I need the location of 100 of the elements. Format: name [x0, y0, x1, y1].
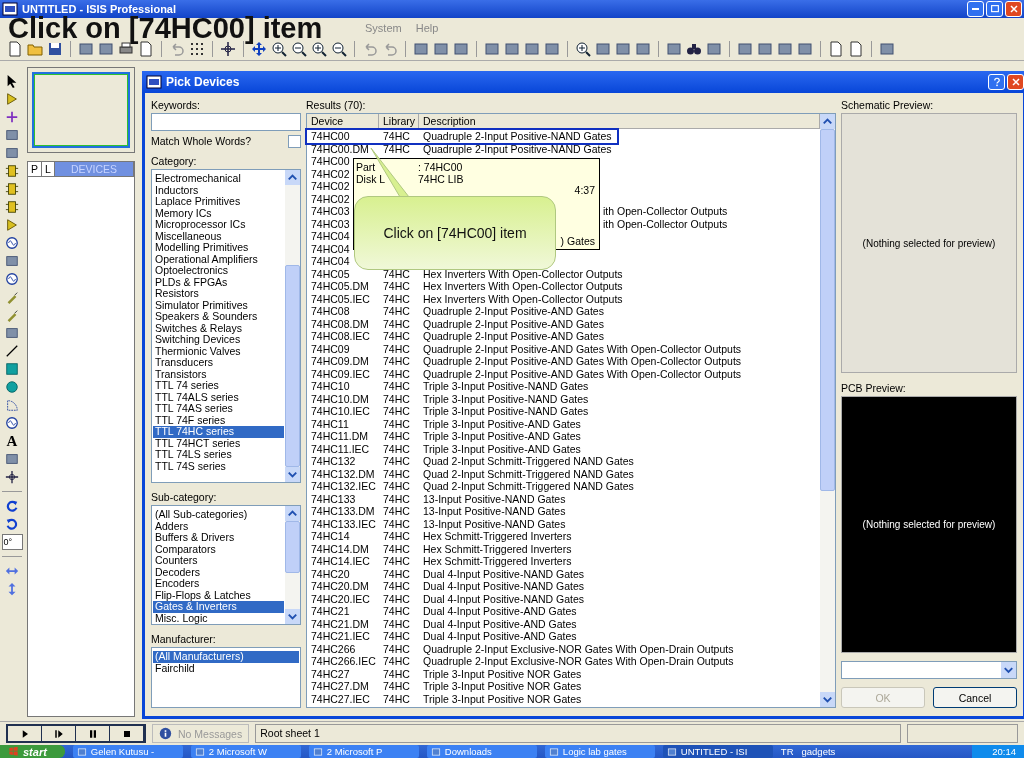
maximize-button[interactable]: [986, 1, 1003, 17]
table-cell-text: 74HC27: [310, 667, 350, 680]
tool-button[interactable]: [3, 235, 21, 251]
panel-tab[interactable]: P: [28, 162, 42, 176]
wave-icon: [5, 236, 19, 250]
list-item[interactable]: TTL 74HCT series: [153, 437, 284, 449]
taskbar-button[interactable]: UNTITLED - ISI: [662, 745, 773, 758]
list-item[interactable]: TTL 74F series: [153, 414, 284, 426]
list-item[interactable]: Speakers & Sounders: [153, 311, 284, 323]
start-button[interactable]: start: [0, 745, 65, 758]
dialog-button[interactable]: Cancel: [933, 687, 1017, 708]
list-item[interactable]: Memory ICs: [153, 207, 284, 219]
tool-button[interactable]: [3, 469, 21, 485]
taskbar-button[interactable]: Gelen Kutusu -: [72, 745, 183, 758]
column-header[interactable]: Library: [379, 114, 419, 128]
taskbar-button[interactable]: 2 Microsoft W: [190, 745, 301, 758]
scrollbar[interactable]: [285, 506, 300, 624]
scroll-thumb[interactable]: [285, 265, 300, 467]
window-icon: [194, 746, 205, 757]
taskbar-toolbar[interactable]: gadgets: [801, 746, 836, 757]
toolbar-button[interactable]: [290, 41, 308, 57]
list-item[interactable]: Laplace Primitives: [153, 196, 284, 208]
tool-button[interactable]: [3, 415, 21, 431]
pointer-icon: [5, 74, 19, 88]
table-cell-text: 74HC: [382, 680, 410, 693]
list-item[interactable]: Comparators: [153, 543, 284, 555]
keywords-field[interactable]: [151, 113, 301, 131]
close-button[interactable]: [1005, 1, 1022, 17]
panel-tab[interactable]: L: [42, 162, 55, 176]
angle-field[interactable]: 0°: [1, 534, 23, 550]
list-item[interactable]: Operational Amplifiers: [153, 253, 284, 265]
list-item[interactable]: TTL 74ALS series: [153, 391, 284, 403]
device-list[interactable]: [27, 176, 135, 717]
table-cell-text: Dual 4-Input Positive-AND Gates: [422, 617, 577, 630]
list-item[interactable]: Microprocessor ICs: [153, 219, 284, 231]
table-cell-text: Triple 3-Input Positive-NAND Gates: [422, 380, 589, 393]
list-item[interactable]: Encoders: [153, 578, 284, 590]
table-cell-text: Quadruple 2-Input Positive-AND Gates: [422, 305, 604, 318]
list-item[interactable]: Counters: [153, 555, 284, 567]
table-cell-text: 74HC: [382, 642, 410, 655]
list-item[interactable]: Flip-Flops & Latches: [153, 589, 284, 601]
checkbox[interactable]: [288, 134, 301, 148]
text-tool-button[interactable]: A: [3, 433, 21, 449]
list-item[interactable]: TTL 74LS series: [153, 449, 284, 461]
list-item[interactable]: Transducers: [153, 357, 284, 369]
tool-button[interactable]: [3, 181, 21, 197]
table-cell-text: 74HC08.DM: [310, 317, 369, 330]
scroll-thumb[interactable]: [820, 129, 835, 491]
toolbar-button[interactable]: [685, 41, 703, 57]
list-item[interactable]: TTL 74HC series: [153, 426, 284, 438]
list-item[interactable]: (All Manufacturers): [153, 651, 299, 663]
list-item[interactable]: Fairchild: [153, 662, 299, 674]
list-item[interactable]: Switching Devices: [153, 334, 284, 346]
list-item[interactable]: TTL 74S series: [153, 460, 284, 472]
language-indicator[interactable]: TR: [780, 746, 794, 757]
list-item[interactable]: Transistors: [153, 368, 284, 380]
close-button[interactable]: [1007, 74, 1024, 90]
column-header[interactable]: Device: [307, 114, 379, 128]
table-cell-text: 74HC05: [310, 267, 350, 280]
list-item[interactable]: Adders: [153, 520, 284, 532]
curved-arrow-icon: [382, 41, 398, 57]
zoom-in-icon: [575, 41, 591, 57]
list-item[interactable]: Miscellaneous: [153, 230, 284, 242]
toolbar-button[interactable]: [574, 41, 592, 57]
toolbar-button[interactable]: [270, 41, 288, 57]
list-item[interactable]: Optoelectronics: [153, 265, 284, 277]
help-button[interactable]: [988, 74, 1005, 90]
taskbar-button[interactable]: 2 Microsoft P: [308, 745, 419, 758]
list-item[interactable]: TTL 74 series: [153, 380, 284, 392]
dropdown[interactable]: [841, 661, 1017, 679]
taskbar-button[interactable]: Downloads: [426, 745, 537, 758]
list-item[interactable]: Gates & Inverters: [153, 601, 284, 613]
tool-button[interactable]: [3, 271, 21, 287]
list-item[interactable]: PLDs & FPGAs: [153, 276, 284, 288]
scroll-thumb[interactable]: [285, 521, 300, 573]
list-item[interactable]: Simulator Primitives: [153, 299, 284, 311]
toolbar-button[interactable]: [330, 41, 348, 57]
list-item[interactable]: Misc. Logic: [153, 612, 284, 624]
list-item[interactable]: Inductors: [153, 184, 284, 196]
toolbar-button[interactable]: [46, 41, 64, 57]
minimize-button[interactable]: [967, 1, 984, 17]
list-item[interactable]: TTL 74AS series: [153, 403, 284, 415]
list-item[interactable]: Thermionic Valves: [153, 345, 284, 357]
list-item[interactable]: (All Sub-categories): [153, 509, 284, 521]
list-item[interactable]: Decoders: [153, 566, 284, 578]
table-cell-text: 74HC14.IEC: [310, 555, 370, 568]
tool-button[interactable]: [3, 199, 21, 215]
toolbar-button[interactable]: [310, 41, 328, 57]
list-item[interactable]: Buffers & Drivers: [153, 532, 284, 544]
list-item[interactable]: Resistors: [153, 288, 284, 300]
list-item[interactable]: Switches & Relays: [153, 322, 284, 334]
scrollbar[interactable]: [820, 114, 835, 707]
list-item[interactable]: Modelling Primitives: [153, 242, 284, 254]
taskbar-button[interactable]: Logic lab gates: [544, 745, 655, 758]
window-icon: [430, 746, 441, 757]
table-cell-text: 74HC: [382, 430, 410, 443]
tool-button[interactable]: [3, 163, 21, 179]
document-icon: [848, 41, 864, 57]
list-item[interactable]: Electromechanical: [153, 173, 284, 185]
scrollbar[interactable]: [285, 170, 300, 482]
